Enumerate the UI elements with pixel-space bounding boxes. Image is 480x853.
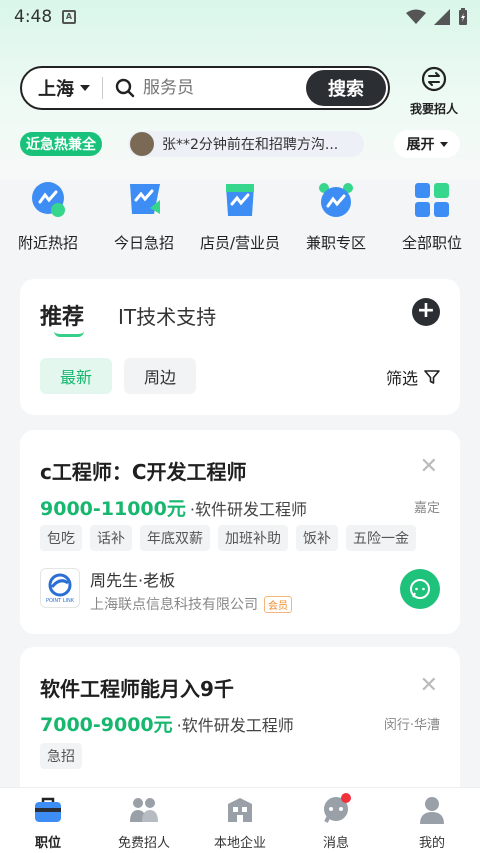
job-title: 软件工程师能月入9千 (40, 677, 234, 701)
status-icons (406, 8, 468, 26)
alarm-clock-icon (319, 183, 353, 217)
category-label: 店员/营业员 (199, 234, 281, 252)
location-bubble-icon (32, 182, 65, 217)
nav-jobs[interactable]: 职位 (0, 788, 96, 853)
category-urgent[interactable]: 今日急招 (96, 180, 192, 256)
status-bar: 4:48 A (0, 0, 480, 34)
chip-latest[interactable]: 最新 (40, 358, 113, 394)
tab-active-indicator (54, 331, 84, 337)
avatar (130, 132, 154, 156)
filter-icon (424, 370, 440, 384)
expand-label: 展开 (406, 137, 435, 153)
store-bag-icon (226, 184, 254, 216)
city-selector[interactable]: 上海 (22, 75, 90, 101)
member-badge: 会员 (264, 595, 292, 613)
tab-recommend[interactable]: 推荐 (40, 299, 84, 331)
nav-local-companies[interactable]: 本地企业 (192, 788, 288, 853)
job-location: 嘉定 (413, 501, 440, 516)
job-tags: 急招 (40, 743, 82, 769)
company-logo-text: POINT LINK (46, 598, 75, 604)
salary-line: 7000-9000元 ·软件研发工程师 (40, 710, 294, 737)
nav-label: 免费招人 (117, 836, 170, 851)
company-info: 上海联点信息科技有限公司 会员 (90, 594, 292, 614)
wifi-icon (406, 9, 426, 24)
grid-icon (415, 183, 449, 217)
recruit-label: 我要招人 (409, 102, 458, 116)
nav-label: 本地企业 (213, 836, 266, 851)
category-all[interactable]: 全部职位 (384, 180, 480, 256)
job-tag: 包吃 (40, 525, 82, 551)
search-button[interactable]: 搜索 (306, 70, 386, 106)
recommend-panel: 推荐 IT技术支持 + 最新 周边 筛选 (20, 279, 460, 415)
recruit-button[interactable]: 我要招人 (402, 66, 466, 117)
company-logo: POINT LINK (40, 568, 80, 608)
company-name: 上海联点信息科技有限公司 (90, 597, 258, 613)
job-tag: 话补 (90, 525, 132, 551)
category-label: 今日急招 (113, 234, 174, 252)
close-icon[interactable]: ✕ (420, 454, 438, 479)
job-tag: 饭补 (296, 525, 338, 551)
chip-nearby[interactable]: 周边 (124, 358, 197, 394)
job-tag: 加班补助 (218, 525, 288, 551)
category-label: 兼职专区 (305, 234, 366, 252)
job-location: 闵行·华漕 (383, 718, 440, 733)
chat-icon (410, 579, 430, 599)
search-input[interactable] (143, 78, 283, 98)
battery-icon (459, 8, 467, 25)
job-card[interactable]: c工程师：C开发工程师 ✕ 9000-11000元 ·软件研发工程师 嘉定 包吃… (20, 430, 460, 634)
swap-icon (421, 66, 447, 92)
job-tag: 五险一金 (346, 525, 416, 551)
nav-messages[interactable]: 消息 (288, 788, 384, 853)
company-logo-icon: POINT LINK (46, 573, 75, 604)
add-tab-button[interactable]: + (412, 298, 440, 326)
category-label: 附近热招 (17, 234, 78, 252)
expand-button[interactable]: 展开 (394, 130, 460, 158)
nav-profile[interactable]: 我的 (384, 788, 480, 853)
job-category: ·软件研发工程师 (189, 500, 307, 519)
nav-label: 我的 (418, 836, 445, 851)
category-row: 附近热招 今日急招 店员/营业员 兼职专区 全部职位 (0, 180, 480, 256)
category-nearby[interactable]: 附近热招 (0, 180, 96, 256)
job-title: c工程师：C开发工程师 (40, 460, 247, 484)
urgent-flag-icon (130, 184, 160, 214)
person-icon (420, 797, 444, 824)
bottom-nav: 职位 免费招人 本地企业 消息 我的 (0, 787, 480, 853)
nav-label: 职位 (34, 836, 61, 851)
nav-free-recruit[interactable]: 免费招人 (96, 788, 192, 853)
city-label: 上海 (38, 79, 74, 100)
filter-button[interactable]: 筛选 (386, 365, 440, 389)
salary-line: 9000-11000元 ·软件研发工程师 (40, 494, 307, 521)
close-icon[interactable]: ✕ (420, 673, 438, 698)
chat-button[interactable] (400, 569, 440, 609)
building-icon (228, 798, 252, 822)
contact-name: 周先生·老板 (90, 571, 176, 590)
activity-ticker[interactable]: 张**2分钟前在和招聘方沟... (128, 131, 364, 157)
chevron-down-icon (439, 141, 448, 147)
briefcase-icon (35, 797, 61, 822)
job-tag: 年底双薪 (140, 525, 210, 551)
category-store[interactable]: 店员/营业员 (192, 180, 288, 256)
job-category: ·软件研发工程师 (176, 716, 294, 735)
filter-label: 筛选 (385, 369, 418, 388)
signal-icon (434, 9, 450, 25)
ticker-message: 张**2分钟前在和招聘方沟... (162, 137, 339, 153)
nav-label: 消息 (322, 836, 349, 851)
hot-categories-badge[interactable]: 近急热兼全 (20, 132, 102, 156)
job-salary: 9000-11000元 (40, 498, 186, 520)
category-label: 全部职位 (401, 234, 462, 252)
notification-dot (340, 793, 351, 803)
search-bar: 上海 搜索 (20, 66, 390, 110)
chevron-down-icon (80, 85, 90, 91)
people-icon (130, 798, 158, 822)
status-time: 4:48 (14, 7, 53, 27)
job-tags: 包吃 话补 年底双薪 加班补助 饭补 五险一金 (40, 525, 416, 551)
tab-it-support[interactable]: IT技术支持 (118, 301, 216, 330)
sim-icon: A (62, 10, 76, 24)
job-tag: 急招 (40, 743, 82, 769)
job-salary: 7000-9000元 (40, 714, 173, 736)
job-card[interactable]: 软件工程师能月入9千 ✕ 7000-9000元 ·软件研发工程师 闵行·华漕 急… (20, 647, 460, 807)
category-parttime[interactable]: 兼职专区 (288, 180, 384, 256)
search-icon (115, 78, 135, 98)
search-divider (102, 77, 103, 99)
